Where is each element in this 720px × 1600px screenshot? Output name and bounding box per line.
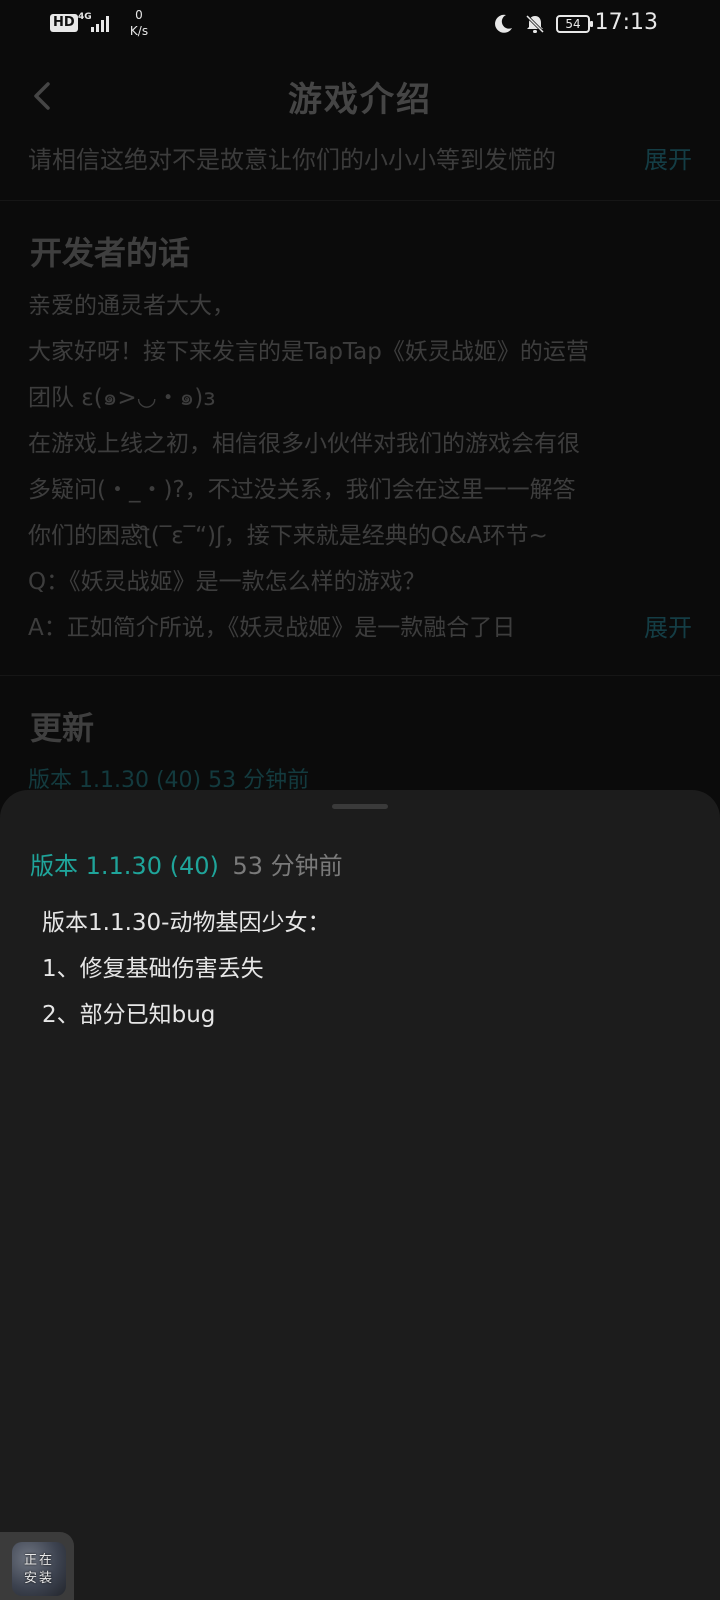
network-speed-value: 0 xyxy=(135,8,143,22)
release-note-line: 1、修复基础伤害丢失 xyxy=(42,956,264,982)
installing-status-line: 正在 xyxy=(23,1553,54,1568)
moon-icon xyxy=(495,14,512,33)
battery-icon: 54 xyxy=(556,15,593,33)
bell-muted-icon xyxy=(525,14,545,34)
network-speed: 0 K/s xyxy=(124,7,154,39)
clock: 17:13 xyxy=(594,10,658,35)
hd-indicator: HD xyxy=(50,14,78,32)
installing-widget[interactable]: 正在 安装 xyxy=(0,1532,74,1600)
installing-status-line: 安装 xyxy=(23,1571,54,1586)
drag-handle[interactable] xyxy=(332,804,388,809)
app-thumbnail: 正在 安装 xyxy=(12,1542,66,1596)
version-label: 版本 1.1.30 (40) xyxy=(30,852,219,880)
update-details-sheet: 版本 1.1.30 (40) 53 分钟前 版本1.1.30-动物基因少女： 1… xyxy=(0,790,720,1600)
release-notes: 版本1.1.30-动物基因少女： 1、修复基础伤害丢失 2、部分已知bug xyxy=(42,900,682,1038)
version-time: 53 分钟前 xyxy=(232,852,343,880)
signal-icon xyxy=(91,16,109,32)
release-note-line: 2、部分已知bug xyxy=(42,1002,216,1028)
version-row: 版本 1.1.30 (40) 53 分钟前 xyxy=(30,846,343,881)
status-bar: HD 4G 0 K/s 54 17:13 xyxy=(0,0,720,48)
status-icons: 54 xyxy=(492,12,593,36)
installing-status: 正在 安装 xyxy=(12,1552,66,1588)
network-speed-unit: K/s xyxy=(129,24,149,38)
screen: 游戏介绍 请相信这绝对不是故意让你们的小小小等到发慌的 展开 开发者的话 亲爱的… xyxy=(0,0,720,1600)
release-note-line: 版本1.1.30-动物基因少女： xyxy=(42,910,331,936)
